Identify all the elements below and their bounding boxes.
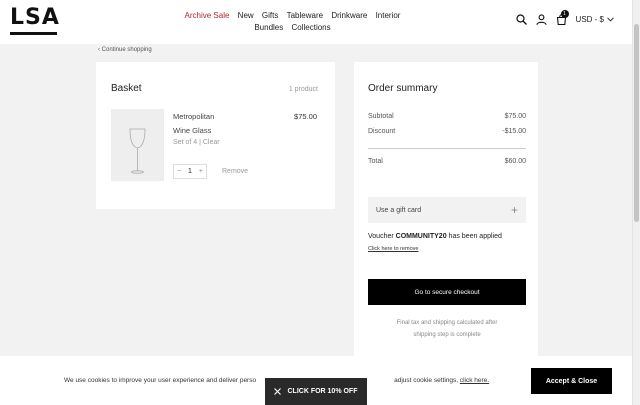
nav-item-tableware[interactable]: Tableware: [287, 11, 323, 20]
nav-item-interior[interactable]: Interior: [376, 11, 401, 20]
plus-icon: +: [510, 203, 518, 217]
tax-shipping-note: Final tax and shipping calculated after …: [368, 317, 526, 341]
logo-underline: [10, 32, 57, 35]
basket-card: Basket 1 product Metropolitan Wine Glass…: [96, 62, 335, 209]
gift-card-toggle[interactable]: Use a gift card +: [368, 197, 526, 223]
product-name-line1: Metropolitan: [173, 112, 215, 121]
subtotal-value: $75.00: [504, 113, 526, 120]
note-line1: Final tax and shipping calculated after: [396, 320, 498, 326]
nav-item-collections[interactable]: Collections: [292, 23, 331, 32]
total-value: $60.00: [504, 158, 526, 165]
product-price: $75.00: [294, 112, 317, 121]
cart-count-badge: 1: [560, 10, 569, 18]
quantity-stepper: − 1 +: [173, 164, 207, 179]
order-summary-title: Order summary: [368, 83, 438, 94]
voucher-applied-message: Voucher COMMUNITY20 has been applied: [368, 233, 502, 240]
logo[interactable]: LSA: [10, 5, 60, 38]
product-name-line2: Wine Glass: [173, 126, 212, 135]
nav-item-bundles[interactable]: Bundles: [254, 23, 283, 32]
summary-divider: [368, 148, 526, 149]
continue-shopping-link[interactable]: ‹ Continue shopping: [98, 47, 152, 53]
cart-button[interactable]: 1: [556, 10, 569, 25]
remove-item-button[interactable]: Remove: [222, 168, 248, 175]
product-image[interactable]: [111, 109, 164, 181]
order-summary-card: Order summary Subtotal $75.00 Discount -…: [354, 62, 538, 362]
quantity-value[interactable]: 1: [188, 168, 192, 175]
wine-glass-icon: [129, 128, 146, 174]
voucher-code: COMMUNITY20: [395, 233, 447, 240]
chevron-down-icon: [607, 17, 614, 22]
discount-value: -$15.00: [502, 128, 526, 135]
currency-selector[interactable]: USD - $: [576, 15, 614, 24]
product-name[interactable]: Metropolitan Wine Glass: [173, 110, 214, 138]
discount-label: Discount: [368, 128, 396, 135]
total-row: Total $60.00: [368, 158, 526, 165]
product-variant: Set of 4 | Clear: [173, 139, 220, 146]
basket-product-count: 1 product: [288, 86, 318, 93]
cookie-text-start: We use cookies to improve your user expe…: [64, 377, 257, 384]
site-header: LSA Archive Sale New Gifts Tableware Dri…: [0, 0, 632, 44]
header-icons: 1 USD - $: [515, 10, 614, 25]
main-nav: Archive Sale New Gifts Tableware Drinkwa…: [170, 10, 415, 34]
plus-icon[interactable]: +: [199, 168, 203, 175]
note-line2: shipping step is complete: [413, 332, 481, 338]
nav-item-gifts[interactable]: Gifts: [262, 11, 278, 20]
continue-shopping-label: Continue shopping: [101, 47, 152, 53]
nav-item-new[interactable]: New: [238, 11, 254, 20]
subtotal-row: Subtotal $75.00: [368, 113, 526, 120]
cookie-settings-link[interactable]: click here.: [460, 377, 489, 384]
total-label: Total: [368, 158, 383, 165]
minus-icon[interactable]: −: [177, 168, 181, 175]
gift-card-label: Use a gift card: [376, 206, 422, 214]
close-icon[interactable]: [274, 388, 282, 395]
cookie-text-end: adjust cookie settings,: [394, 377, 459, 384]
currency-label: USD - $: [575, 15, 604, 24]
voucher-prefix: Voucher: [368, 233, 394, 240]
remove-voucher-link[interactable]: Click here to remove: [368, 246, 418, 252]
discount-promo-button[interactable]: CLICK FOR 10% OFF: [265, 378, 367, 405]
logo-text: LSA: [10, 5, 60, 30]
voucher-suffix: has been applied: [448, 233, 502, 240]
nav-item-drinkware[interactable]: Drinkware: [331, 11, 367, 20]
basket-title: Basket: [111, 83, 142, 94]
account-icon[interactable]: [535, 14, 547, 25]
nav-item-archive-sale[interactable]: Archive Sale: [185, 11, 230, 20]
accept-close-button[interactable]: Accept & Close: [531, 368, 612, 394]
search-icon[interactable]: [515, 14, 527, 25]
promo-label: CLICK FOR 10% OFF: [287, 388, 358, 395]
subtotal-label: Subtotal: [368, 113, 394, 120]
scrollbar-thumb[interactable]: [634, 24, 639, 222]
secure-checkout-button[interactable]: Go to secure checkout: [368, 279, 526, 305]
discount-row: Discount -$15.00: [368, 128, 526, 135]
page-scrollbar[interactable]: [632, 0, 640, 405]
